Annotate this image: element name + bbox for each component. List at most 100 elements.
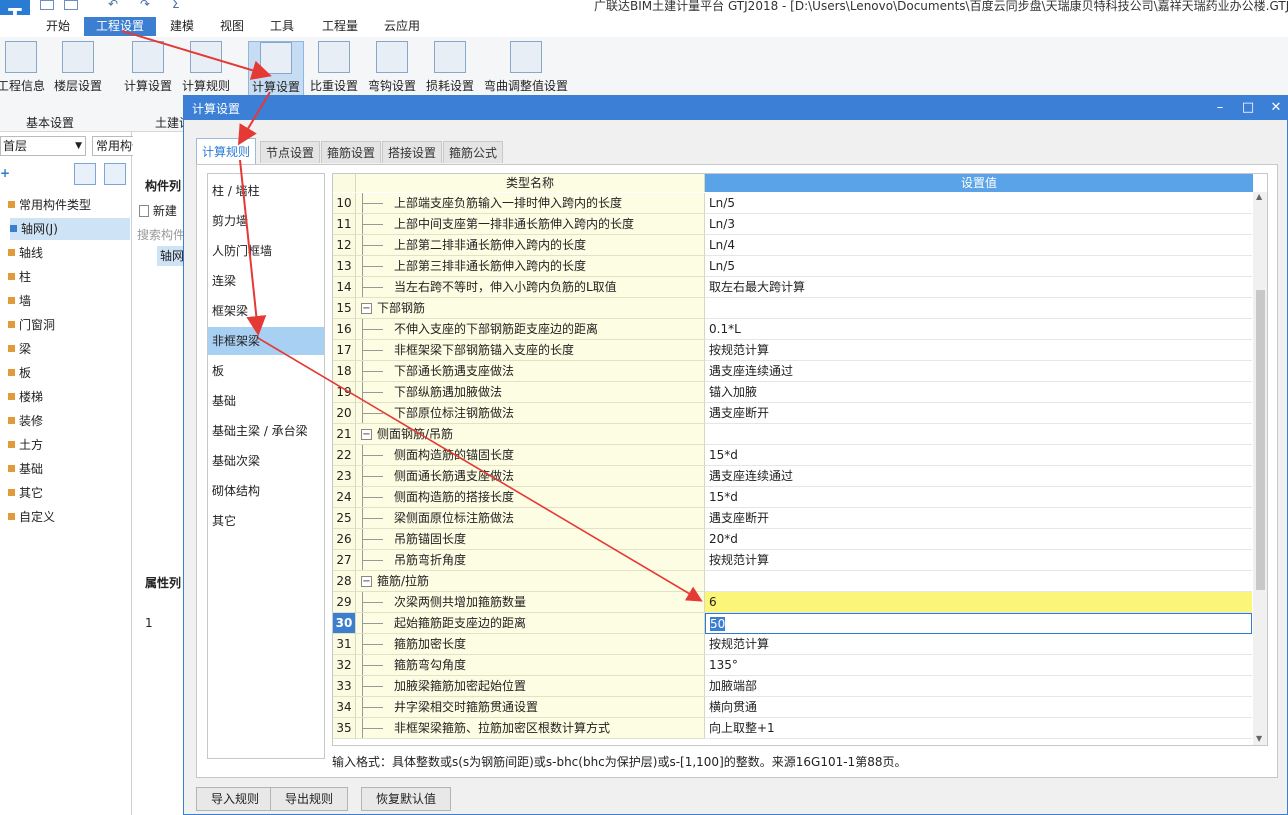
- category-item[interactable]: 人防门框墙: [208, 237, 324, 265]
- grid-row[interactable]: 23 侧面通长筋遇支座做法 遇支座连续通过: [333, 466, 1253, 487]
- grid-row[interactable]: 30 起始箍筋距支座边的距离 50: [333, 613, 1253, 634]
- category-item[interactable]: 砌体结构: [208, 477, 324, 505]
- category-item[interactable]: 基础主梁 / 承台梁: [208, 417, 324, 445]
- row-value-cell[interactable]: 加腋端部: [705, 676, 1252, 697]
- tree-item[interactable]: 门窗洞: [8, 314, 55, 336]
- category-item[interactable]: 框架梁: [208, 297, 324, 325]
- menu-tab-modeling[interactable]: 建模: [158, 17, 206, 36]
- scroll-down-icon[interactable]: ▼: [1256, 734, 1262, 743]
- row-value-cell[interactable]: 遇支座连续通过: [705, 466, 1252, 487]
- category-item[interactable]: 板: [208, 357, 324, 385]
- row-value-cell[interactable]: 按规范计算: [705, 340, 1252, 361]
- restore-defaults-button[interactable]: 恢复默认值: [361, 787, 452, 811]
- category-item[interactable]: 剪力墙: [208, 207, 324, 235]
- grid-row[interactable]: 24 侧面构造筋的搭接长度 15*d: [333, 487, 1253, 508]
- row-value-cell[interactable]: [705, 424, 1252, 445]
- tab-lap-settings[interactable]: 搭接设置: [382, 141, 443, 163]
- open-icon[interactable]: [64, 0, 78, 10]
- row-value-cell[interactable]: 按规范计算: [705, 550, 1252, 571]
- redo-icon[interactable]: ↷: [140, 0, 154, 10]
- menu-tab-start[interactable]: 开始: [34, 17, 82, 36]
- minimize-icon[interactable]: –: [1211, 99, 1229, 117]
- grid-group-row[interactable]: 21− 侧面钢筋/吊筋: [333, 424, 1253, 445]
- floor-settings-button[interactable]: 楼层设置: [52, 41, 104, 97]
- grid-row[interactable]: 11 上部中间支座第一排非通长筋伸入跨内的长度 Ln/3: [333, 214, 1253, 235]
- grid-scrollbar-thumb[interactable]: [1256, 290, 1265, 590]
- grid-row[interactable]: 13 上部第三排非通长筋伸入跨内的长度 Ln/5: [333, 256, 1253, 277]
- tab-stirrup-formula[interactable]: 箍筋公式: [443, 141, 504, 163]
- grid-row[interactable]: 31 箍筋加密长度 按规范计算: [333, 634, 1253, 655]
- row-value-cell[interactable]: Ln/4: [705, 235, 1252, 256]
- grid-row[interactable]: 29 次梁两侧共增加箍筋数量 6: [333, 592, 1253, 613]
- calc-settings-rebar-button[interactable]: 计算设置: [248, 41, 304, 97]
- category-item[interactable]: 基础: [208, 387, 324, 415]
- row-value-cell[interactable]: 取左右最大跨计算: [705, 277, 1252, 298]
- menu-tab-cloud[interactable]: 云应用: [372, 17, 432, 36]
- save-icon[interactable]: [40, 0, 54, 10]
- tree-item[interactable]: 楼梯: [8, 386, 43, 408]
- row-value-cell[interactable]: Ln/3: [705, 214, 1252, 235]
- tree-item[interactable]: 板: [8, 362, 31, 384]
- grid-row[interactable]: 16 不伸入支座的下部钢筋距支座边的距离 0.1*L: [333, 319, 1253, 340]
- density-settings-button[interactable]: 比重设置: [308, 41, 360, 97]
- grid-row[interactable]: 18 下部通长筋遇支座做法 遇支座连续通过: [333, 361, 1253, 382]
- grid-group-row[interactable]: 28− 箍筋/拉筋: [333, 571, 1253, 592]
- tree-item[interactable]: 梁: [8, 338, 31, 360]
- component-search-input[interactable]: 搜索构件: [137, 226, 187, 244]
- sum-icon[interactable]: Σ: [172, 0, 186, 10]
- list-view-icon[interactable]: [74, 163, 96, 185]
- category-item[interactable]: 其它: [208, 507, 324, 535]
- row-value-cell[interactable]: 锚入加腋: [705, 382, 1252, 403]
- tree-item[interactable]: 土方: [8, 434, 43, 456]
- maximize-icon[interactable]: □: [1239, 99, 1257, 117]
- grid-row[interactable]: 27 吊筋弯折角度 按规范计算: [333, 550, 1253, 571]
- add-icon[interactable]: +: [0, 166, 10, 180]
- row-value-cell[interactable]: [705, 298, 1252, 319]
- grid-row[interactable]: 10 上部端支座负筋输入一排时伸入跨内的长度 Ln/5: [333, 193, 1253, 214]
- export-rules-button[interactable]: 导出规则: [270, 787, 349, 811]
- grid-row[interactable]: 17 非框架梁下部钢筋锚入支座的长度 按规范计算: [333, 340, 1253, 361]
- category-item[interactable]: 连梁: [208, 267, 324, 295]
- grid-row[interactable]: 34 井字梁相交时箍筋贯通设置 横向贯通: [333, 697, 1253, 718]
- tab-stirrup-settings[interactable]: 箍筋设置: [321, 141, 382, 163]
- grid-row[interactable]: 20 下部原位标注钢筋做法 遇支座断开: [333, 403, 1253, 424]
- row-value-cell[interactable]: 向上取整+1: [705, 718, 1252, 739]
- grid-row[interactable]: 14 当左右跨不等时，伸入小跨内负筋的L取值 取左右最大跨计算: [333, 277, 1253, 298]
- row-value-cell[interactable]: 遇支座连续通过: [705, 361, 1252, 382]
- import-rules-button[interactable]: 导入规则: [196, 787, 275, 811]
- value-edit-input[interactable]: 50: [705, 613, 1252, 634]
- menu-tab-project-settings[interactable]: 工程设置: [84, 17, 157, 36]
- tree-item[interactable]: 自定义: [8, 506, 55, 528]
- bend-adjust-button[interactable]: 弯曲调整值设置: [482, 41, 570, 97]
- tree-item[interactable]: 轴网(J): [10, 218, 130, 240]
- undo-icon[interactable]: ↶: [108, 0, 122, 10]
- tree-item[interactable]: 常用构件类型: [8, 194, 91, 216]
- calc-rules-button[interactable]: 计算规则: [180, 41, 232, 97]
- calc-settings-civil-button[interactable]: 计算设置: [122, 41, 174, 97]
- collapse-icon[interactable]: −: [361, 576, 372, 587]
- grid-row[interactable]: 32 箍筋弯勾角度 135°: [333, 655, 1253, 676]
- floor-select[interactable]: 首层 ▼: [0, 136, 86, 156]
- row-value-cell[interactable]: 15*d: [705, 487, 1252, 508]
- row-value-cell[interactable]: 遇支座断开: [705, 403, 1252, 424]
- grid-row[interactable]: 12 上部第二排非通长筋伸入跨内的长度 Ln/4: [333, 235, 1253, 256]
- grid-row[interactable]: 26 吊筋锚固长度 20*d: [333, 529, 1253, 550]
- row-value-cell[interactable]: 15*d: [705, 445, 1252, 466]
- loss-settings-button[interactable]: 损耗设置: [424, 41, 476, 97]
- category-item[interactable]: 基础次梁: [208, 447, 324, 475]
- hook-settings-button[interactable]: 弯钩设置: [366, 41, 418, 97]
- menu-tab-tools[interactable]: 工具: [258, 17, 306, 36]
- tab-calc-rules[interactable]: 计算规则: [196, 138, 257, 164]
- row-value-cell[interactable]: 0.1*L: [705, 319, 1252, 340]
- category-item[interactable]: 柱 / 墙柱: [208, 177, 324, 205]
- grid-scrollbar[interactable]: ▲ ▼: [1253, 192, 1267, 745]
- category-item[interactable]: 非框架梁: [208, 327, 324, 355]
- collapse-icon[interactable]: −: [361, 429, 372, 440]
- tree-item[interactable]: 柱: [8, 266, 31, 288]
- grid-row[interactable]: 22 侧面构造筋的锚固长度 15*d: [333, 445, 1253, 466]
- tab-node-settings[interactable]: 节点设置: [260, 141, 321, 163]
- project-info-button[interactable]: 工程信息: [0, 41, 46, 97]
- row-value-cell[interactable]: [705, 571, 1252, 592]
- row-value-cell[interactable]: 20*d: [705, 529, 1252, 550]
- row-value-cell[interactable]: 按规范计算: [705, 634, 1252, 655]
